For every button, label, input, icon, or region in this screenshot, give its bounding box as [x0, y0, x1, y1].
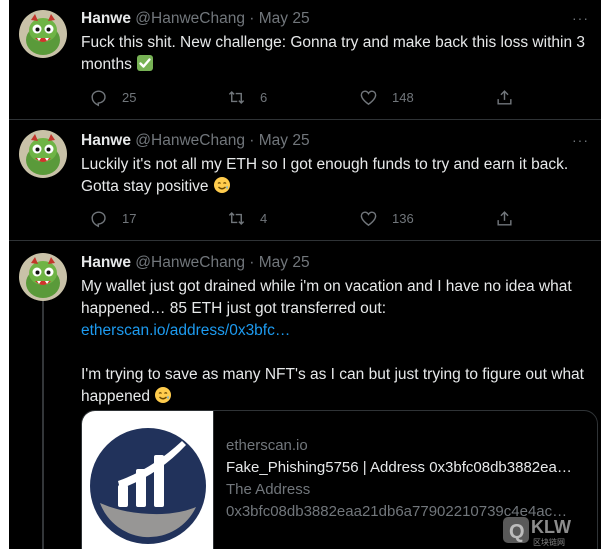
- tweet-text: Fuck this shit. New challenge: Gonna try…: [81, 32, 586, 79]
- svg-text:KLW: KLW: [531, 517, 571, 537]
- avatar-image: [19, 10, 67, 58]
- avatar[interactable]: [19, 253, 67, 301]
- tweet-text-paragraph-1: My wallet just got drained while i'm on …: [81, 278, 572, 317]
- tweet-text-content: Luckily it's not all my ETH so I got eno…: [81, 156, 569, 195]
- retweet-count: 4: [260, 210, 268, 226]
- avatar-image: [19, 130, 67, 178]
- heart-icon: [360, 89, 377, 105]
- retweet-button[interactable]: 4: [227, 207, 267, 229]
- card-title: Fake_Phishing5756 | Address 0x3bfc08db38…: [226, 459, 572, 476]
- retweet-button[interactable]: 6: [227, 86, 267, 108]
- tweet-date[interactable]: May 25: [259, 10, 310, 27]
- reply-icon: [91, 89, 106, 106]
- author-handle[interactable]: @HanweChang: [135, 254, 245, 271]
- tweet-actions: 25 6 148: [81, 86, 521, 108]
- reply-icon: [91, 210, 106, 227]
- etherscan-logo: [90, 428, 206, 544]
- tweet-date[interactable]: May 25: [259, 132, 310, 149]
- tweet-text-content: Fuck this shit. New challenge: Gonna try…: [81, 34, 585, 73]
- reply-button[interactable]: 17: [89, 207, 136, 229]
- tweet-1[interactable]: Hanwe @HanweChang · May 25 ··· Fuck this…: [9, 0, 601, 119]
- svg-text:区块链网: 区块链网: [533, 537, 565, 547]
- tweet-timeline: Hanwe @HanweChang · May 25 ··· Fuck this…: [9, 0, 601, 549]
- like-button[interactable]: 148: [359, 86, 414, 108]
- tweet-header: Hanwe @HanweChang · May 25: [81, 254, 310, 272]
- tweet-header: Hanwe @HanweChang · May 25: [81, 10, 310, 28]
- smiling-face-with-tear-emoji: [213, 176, 231, 201]
- author-name[interactable]: Hanwe: [81, 254, 131, 271]
- check-mark-emoji: [136, 54, 154, 79]
- tweet-text: My wallet just got drained while i'm on …: [81, 276, 586, 411]
- avatar-image: [19, 253, 67, 301]
- like-count: 136: [392, 210, 414, 226]
- header-separator: ·: [249, 10, 255, 27]
- like-button[interactable]: 136: [359, 207, 414, 229]
- reply-count: 17: [122, 210, 137, 226]
- avatar[interactable]: [19, 10, 67, 58]
- like-count: 148: [392, 89, 414, 105]
- share-icon: [497, 210, 512, 226]
- header-separator: ·: [249, 132, 255, 149]
- card-description: The Address: [226, 481, 311, 498]
- svg-text:Q: Q: [509, 521, 525, 543]
- more-options-icon[interactable]: ···: [572, 132, 589, 148]
- smiling-face-with-tear-emoji: [154, 386, 172, 411]
- author-handle[interactable]: @HanweChang: [135, 10, 245, 27]
- share-icon: [497, 89, 512, 105]
- share-button[interactable]: [495, 86, 528, 108]
- etherscan-link[interactable]: etherscan.io/address/0x3bfc…: [81, 320, 586, 342]
- retweet-icon: [228, 90, 245, 104]
- reply-button[interactable]: 25: [89, 86, 136, 108]
- author-name[interactable]: Hanwe: [81, 132, 131, 149]
- retweet-count: 6: [260, 89, 268, 105]
- tweet-text-paragraph-2: I'm trying to save as many NFT's as I ca…: [81, 364, 586, 411]
- author-name[interactable]: Hanwe: [81, 10, 131, 27]
- more-options-icon[interactable]: ···: [572, 10, 589, 26]
- retweet-icon: [228, 211, 245, 225]
- tweet-2[interactable]: Hanwe @HanweChang · May 25 ··· Luckily i…: [9, 120, 601, 240]
- heart-icon: [360, 210, 377, 226]
- watermark-logo: Q KLW 区块链网: [503, 517, 571, 547]
- card-thumbnail: [82, 411, 214, 549]
- author-handle[interactable]: @HanweChang: [135, 132, 245, 149]
- tweet-actions: 17 4 136: [81, 207, 521, 229]
- header-separator: ·: [249, 254, 255, 271]
- tweet-header: Hanwe @HanweChang · May 25: [81, 132, 310, 150]
- tweet-text: Luckily it's not all my ETH so I got eno…: [81, 154, 586, 201]
- card-text: etherscan.io Fake_Phishing5756 | Address…: [226, 435, 586, 523]
- card-domain: etherscan.io: [226, 437, 308, 454]
- tweet-date[interactable]: May 25: [259, 254, 310, 271]
- share-button[interactable]: [495, 207, 528, 229]
- reply-count: 25: [122, 89, 137, 105]
- avatar[interactable]: [19, 130, 67, 178]
